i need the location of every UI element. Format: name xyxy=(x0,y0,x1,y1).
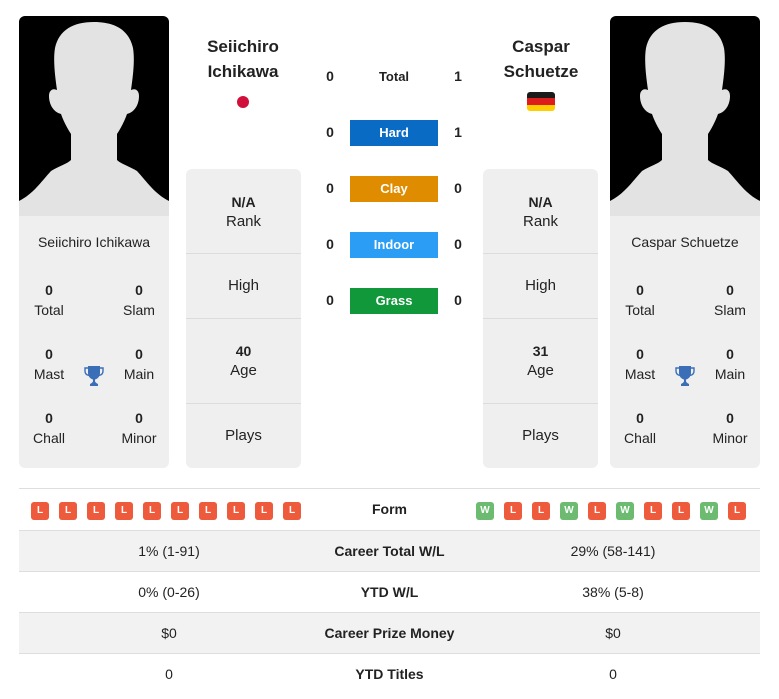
rank-info: N/A Rank xyxy=(225,194,262,230)
surface-clay-badge[interactable]: Clay xyxy=(350,176,438,202)
silhouette-icon xyxy=(19,22,169,216)
form-win-badge[interactable]: W xyxy=(560,502,578,520)
form-win-badge[interactable]: W xyxy=(476,502,494,520)
form-loss-badge[interactable]: L xyxy=(672,502,690,520)
h2h-clay-row: 0 Clay 0 xyxy=(320,176,470,202)
divider xyxy=(186,403,301,404)
form-loss-badge[interactable]: L xyxy=(87,502,105,520)
titles-total: 0 Total xyxy=(625,282,655,318)
silhouette-icon xyxy=(610,22,760,216)
form-loss-badge[interactable]: L xyxy=(59,502,77,520)
surface-indoor-badge[interactable]: Indoor xyxy=(350,232,438,258)
divider xyxy=(186,318,301,319)
form-win-badge[interactable]: W xyxy=(616,502,634,520)
titles-mast: 0 Mast xyxy=(624,346,656,382)
form-loss-badge[interactable]: L xyxy=(143,502,161,520)
age-info: 40 Age xyxy=(230,343,257,379)
player1-full-name[interactable]: Seiichiro Ichikawa xyxy=(19,234,169,250)
player2-photo xyxy=(610,16,760,216)
player2-titles: 0 Total 0 Slam 0 Mast 0 Main 0 Chall 0 Minor xyxy=(610,278,760,458)
titles-total: 0 Total xyxy=(34,282,64,318)
player2-name-heading[interactable]: Caspar Schuetze xyxy=(481,34,601,84)
high-info: High xyxy=(525,277,556,294)
titles-slam: 0 Slam xyxy=(714,282,746,318)
japan-flag-icon xyxy=(237,96,249,108)
divider xyxy=(483,403,598,404)
table-row: $0 Career Prize Money $0 xyxy=(19,612,760,653)
player2-card: Caspar Schuetze 0 Total 0 Slam 0 Mast 0 Main… xyxy=(610,16,760,468)
form-label: Form xyxy=(372,501,407,517)
divider xyxy=(483,318,598,319)
form-loss-badge[interactable]: L xyxy=(171,502,189,520)
surface-total-label: Total xyxy=(378,69,410,84)
form-win-badge[interactable]: W xyxy=(700,502,718,520)
form-loss-badge[interactable]: L xyxy=(504,502,522,520)
divider xyxy=(483,253,598,254)
form-loss-badge[interactable]: L xyxy=(115,502,133,520)
table-row: 0 YTD Titles 0 xyxy=(19,653,760,694)
form-loss-badge[interactable]: L xyxy=(644,502,662,520)
player1-card: Seiichiro Ichikawa 0 Total 0 Slam 0 Mast 0M… xyxy=(19,16,169,468)
titles-minor: 0 Minor xyxy=(121,410,157,446)
germany-flag-icon xyxy=(527,92,555,111)
form-loss-badge[interactable]: L xyxy=(728,502,746,520)
titles-main: 0 Main xyxy=(123,346,155,382)
trophy-icon xyxy=(675,366,695,386)
surface-hard-badge[interactable]: Hard xyxy=(350,120,438,146)
player2-full-name[interactable]: Caspar Schuetze xyxy=(610,234,760,250)
form-loss-badge[interactable]: L xyxy=(255,502,273,520)
surface-grass-badge[interactable]: Grass xyxy=(350,288,438,314)
player1-name-heading[interactable]: Seiichiro Ichikawa xyxy=(183,34,303,84)
age-info: 31 Age xyxy=(527,343,554,379)
rank-info: N/A Rank xyxy=(522,194,559,230)
titles-chall: 0 Chall xyxy=(33,410,65,446)
player2-info-card: N/A Rank High 31 Age Plays xyxy=(483,169,598,468)
player1-photo xyxy=(19,16,169,216)
player1-form: LLLLLLLLLL xyxy=(31,502,301,520)
h2h-hard-row: 0 Hard 1 xyxy=(320,120,470,146)
divider xyxy=(186,253,301,254)
table-row: 1% (1-91) Career Total W/L 29% (58-141) xyxy=(19,530,760,571)
form-loss-badge[interactable]: L xyxy=(532,502,550,520)
titles-mast: 0 Mast xyxy=(33,346,65,382)
titles-chall: 0 Chall xyxy=(624,410,656,446)
h2h-total-row: 0 Total 1 xyxy=(320,64,470,90)
titles-minor: 0 Minor xyxy=(712,410,748,446)
table-row: 0% (0-26) YTD W/L 38% (5-8) xyxy=(19,571,760,612)
comparison-table: LLLLLLLLLL Form WLLWLWLLWL 1% (1-91) Car… xyxy=(19,488,760,694)
titles-slam: 0 Slam xyxy=(123,282,155,318)
plays-info: Plays xyxy=(225,427,262,444)
form-loss-badge[interactable]: L xyxy=(31,502,49,520)
h2h-grass-row: 0 Grass 0 xyxy=(320,288,470,314)
titles-main: 0 Main xyxy=(714,346,746,382)
trophy-icon xyxy=(84,366,104,386)
high-info: High xyxy=(228,277,259,294)
h2h-indoor-row: 0 Indoor 0 xyxy=(320,232,470,258)
plays-info: Plays xyxy=(522,427,559,444)
player2-form: WLLWLWLLWL xyxy=(476,502,746,520)
form-loss-badge[interactable]: L xyxy=(588,502,606,520)
form-loss-badge[interactable]: L xyxy=(227,502,245,520)
form-loss-badge[interactable]: L xyxy=(199,502,217,520)
form-row: LLLLLLLLLL Form WLLWLWLLWL xyxy=(19,488,760,530)
player1-info-card: N/A Rank High 40 Age Plays xyxy=(186,169,301,468)
player1-titles: 0 Total 0 Slam 0 Mast 0 Main 0 Chall 0 Minor xyxy=(19,278,169,458)
